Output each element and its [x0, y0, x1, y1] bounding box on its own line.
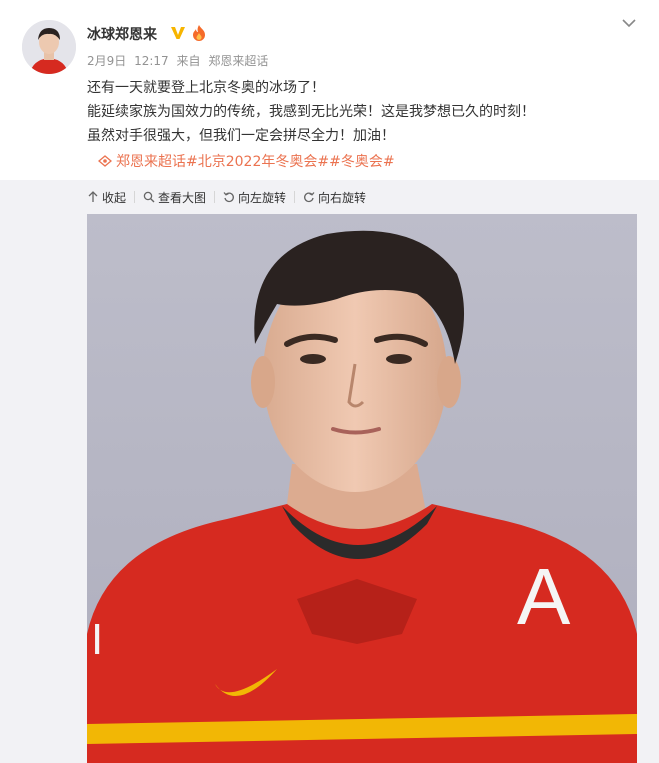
collapse-label: 收起	[102, 190, 127, 205]
username[interactable]: 冰球郑恩来	[87, 24, 157, 44]
divider	[294, 191, 296, 203]
rotate-left-label: 向左旋转	[238, 190, 287, 205]
player-portrait-image: A I	[87, 214, 637, 763]
topic-links[interactable]: 郑恩来超话#北京2022年冬奥会##冬奥会#	[98, 151, 395, 171]
rotate-left-icon	[223, 192, 234, 203]
chevron-down-icon[interactable]	[620, 16, 638, 30]
collapse-button[interactable]: 收起	[87, 189, 126, 206]
divider	[214, 191, 216, 203]
post-line: 虽然对手很强大，但我们一定会拼尽全力！加油！	[87, 128, 395, 144]
rotate-left-button[interactable]: 向左旋转	[223, 189, 286, 206]
super-topic-icon	[98, 155, 112, 167]
avatar-image	[22, 20, 76, 74]
post-meta: 2月9日 12:17 来自 郑恩来超话	[87, 52, 272, 69]
svg-text:I: I	[91, 615, 103, 664]
topic-text[interactable]: 郑恩来超话#北京2022年冬奥会##冬奥会#	[116, 151, 395, 171]
view-large-label: 查看大图	[158, 190, 207, 205]
post-line: 能延续家族为国效力的传统，我感到无比光荣！这是我梦想已久的时刻！	[87, 104, 535, 120]
rotate-right-button[interactable]: 向右旋转	[303, 189, 366, 206]
post-time[interactable]: 12:17	[134, 54, 169, 68]
post-date[interactable]: 2月9日	[87, 54, 126, 68]
verified-icon	[171, 27, 185, 39]
post-photo[interactable]: A I	[87, 214, 637, 763]
post-content: 还有一天就要登上北京冬奥的冰场了！ 能延续家族为国效力的传统，我感到无比光荣！这…	[87, 76, 535, 148]
avatar[interactable]	[22, 20, 76, 74]
post-source[interactable]: 郑恩来超话	[208, 54, 268, 68]
divider	[134, 191, 136, 203]
fire-icon	[193, 25, 205, 41]
search-icon	[143, 191, 155, 203]
view-large-button[interactable]: 查看大图	[143, 189, 206, 206]
rotate-right-icon	[304, 192, 315, 203]
media-toolbar: 收起 查看大图 向左旋转 向右旋转	[87, 188, 366, 206]
jersey-letter: A	[517, 552, 571, 641]
collapse-icon	[88, 191, 98, 202]
rotate-right-label: 向右旋转	[318, 190, 367, 205]
post-line: 还有一天就要登上北京冬奥的冰场了！	[87, 80, 325, 96]
source-prefix: 来自	[176, 54, 201, 68]
